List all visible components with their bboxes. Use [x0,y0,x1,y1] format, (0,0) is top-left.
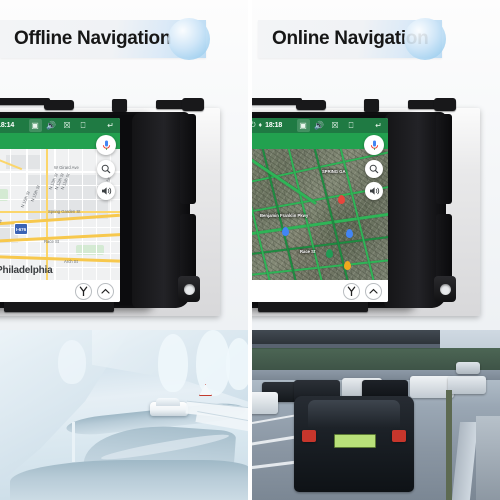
back-arrow-icon[interactable]: ↵ [104,119,117,132]
title-banner-offline: Offline Navigation [0,18,210,60]
panel-offline-navigation: Offline Navigation ▸◦ ⏻ [0,0,250,500]
mount-clip [434,98,456,111]
head-unit-rib [436,114,452,204]
mounting-hole [183,283,195,295]
mounting-bracket-ear [178,276,200,302]
panel-divider [248,0,252,500]
camera-icon[interactable]: ▣ [28,119,42,132]
microphone-icon[interactable] [96,135,116,155]
status-bar-offline: ▸◦ ⏻ ♦ 18:14 ▣ 🔊 ☒ ⎕ ↵ [0,118,120,133]
mount-clip [0,98,50,105]
poi-pin-icon[interactable] [338,195,345,204]
volume-icon[interactable] [97,182,115,200]
mount-clip [364,99,379,112]
head-unit-offline: ▸◦ ⏻ ♦ 18:14 ▣ 🔊 ☒ ⎕ ↵ yAve [0,98,220,316]
status-time-online: 18:18 [265,122,283,129]
head-unit-online: ▸◦ ⏻ ♦ 18:18 ▣ 🔊 ☒ ⎕ ↵ Ave [250,98,480,316]
poi-pin-icon[interactable] [282,227,289,236]
volume-icon[interactable]: 🔊 [45,119,58,132]
screen-online[interactable]: ▸◦ ⏻ ♦ 18:18 ▣ 🔊 ☒ ⎕ ↵ Ave [250,118,388,302]
mounting-bracket-ear [434,276,456,302]
status-bar-online: ▸◦ ⏻ ♦ 18:18 ▣ 🔊 ☒ ⎕ ↵ [250,118,388,133]
recents-icon[interactable]: ⎕ [77,119,90,132]
chevron-up-icon[interactable] [97,282,114,300]
photo-highway-traffic [250,330,500,500]
mounting-hole [439,283,451,295]
title-banner-online: Online Navigation [258,18,446,60]
street-label: Arch St [64,259,78,264]
status-time-offline: 18:14 [0,122,15,129]
mount-clip [182,98,204,111]
satellite-label: Benjamin Franklin Pkwy [260,213,309,218]
poi-pin-icon[interactable] [346,229,353,238]
poi-pin-icon[interactable] [326,249,333,258]
recents-icon[interactable]: ⎕ [345,119,358,132]
search-icon[interactable] [365,160,383,178]
mount-clip [296,100,326,110]
mount-clip [250,98,302,105]
head-unit-rib [180,114,196,204]
mount-clip [112,99,127,112]
banner-orb-decoration [168,18,210,60]
banner-orb-decoration [404,18,446,60]
route-fork-icon[interactable] [343,282,360,300]
panel-online-navigation: Online Navigation ▸◦ ⏻ ♦ [250,0,500,500]
route-fork-icon[interactable] [75,282,92,300]
license-plate [334,434,376,448]
camera-icon[interactable]: ▣ [296,119,310,132]
close-box-icon[interactable]: ☒ [61,119,74,132]
city-label-offline: Philadelphia [0,265,53,276]
screen-offline[interactable]: ▸◦ ⏻ ♦ 18:14 ▣ 🔊 ☒ ⎕ ↵ yAve [0,118,120,302]
highway-shield-icon: I-676 [14,223,28,235]
chevron-up-icon[interactable] [365,282,382,300]
street-label: Spring Garden St [48,209,81,214]
wifi-icon: ♦ [258,122,263,129]
title-text-offline: Offline Navigation [14,28,172,49]
mount-clip [44,100,74,110]
satellite-label: SPRING GA [322,169,346,174]
product-comparison-image: Offline Navigation ▸◦ ⏻ [0,0,500,500]
street-label: Race St [44,239,59,244]
microphone-icon[interactable] [364,135,384,155]
satellite-label: Race St [300,249,316,254]
back-arrow-icon[interactable]: ↵ [372,119,385,132]
street-label: W Girard Ave [54,165,79,170]
volume-icon[interactable] [365,182,383,200]
poi-pin-icon[interactable] [344,261,351,270]
tail-light [302,430,316,442]
map-bottom-bar-offline [0,280,120,302]
photo-snow-road [0,330,250,500]
close-box-icon[interactable]: ☒ [329,119,342,132]
tail-light [392,430,406,442]
search-icon[interactable] [97,160,115,178]
map-bottom-bar-online [250,280,388,302]
volume-icon[interactable]: 🔊 [313,119,326,132]
